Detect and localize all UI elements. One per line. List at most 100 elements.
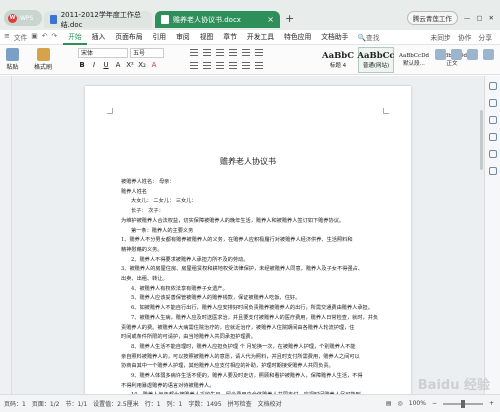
show-marks-icon[interactable] <box>255 49 263 56</box>
menu-home[interactable]: 开始 <box>63 30 87 45</box>
sidebar-style-icon[interactable] <box>488 99 497 107</box>
style-default-para[interactable]: AaBbCcDd 默认段... <box>396 47 432 73</box>
format-painter-button[interactable]: 格式刷 <box>34 48 52 71</box>
minimize-icon[interactable]: — <box>464 14 471 22</box>
line-spacing-icon[interactable] <box>242 62 250 69</box>
status-bar: 页码：1 页面：1/2 节：1/1 设置值：2.5厘米 行：1 列：1 字数：1… <box>0 394 500 412</box>
close-icon[interactable]: × <box>267 15 274 24</box>
paste-button[interactable]: 粘贴 <box>6 48 19 71</box>
document-workspace: 赡养老人协议书 被赡养人姓名： 母亲： 赡养人姓名 大女儿： 二女儿： 三女儿： 长子… <box>12 76 484 394</box>
sort-icon[interactable] <box>242 49 250 56</box>
view-mode-icon[interactable]: ▤ <box>386 400 392 407</box>
tab-document-agreement[interactable]: 赡养老人协议书.docx × <box>155 11 280 28</box>
sidebar-nav-icon[interactable] <box>488 133 497 141</box>
quick-access-toolbar: ≡ 文件 ▣ ↶ ↷ <box>4 32 57 42</box>
menu-view[interactable]: 视图 <box>195 30 219 45</box>
document-body[interactable]: 被赡养人姓名： 母亲： 赡养人姓名 大女儿： 二女儿： 三女儿： 长子： 次子： 为维护… <box>121 178 379 394</box>
bold-button[interactable]: B <box>78 61 86 69</box>
align-center-icon[interactable] <box>203 62 211 69</box>
document-title: 赡养老人协议书 <box>220 157 276 166</box>
bullet-list-icon[interactable] <box>190 49 198 56</box>
text-tool-icon[interactable] <box>451 49 462 60</box>
font-family-select[interactable]: 宋体 <box>78 48 128 58</box>
font-size-select[interactable]: 五号 <box>130 48 164 58</box>
sidebar-shape-icon[interactable] <box>488 116 497 124</box>
home-tab[interactable]: W WPS <box>4 10 42 26</box>
menu-references[interactable]: 引用 <box>148 30 172 45</box>
status-page-number: 页码：1 <box>4 401 26 408</box>
format-painter-label: 格式刷 <box>34 64 53 71</box>
sidebar-select-icon[interactable] <box>488 82 497 90</box>
user-account-button[interactable]: 腾云青莲工作 <box>406 11 458 25</box>
sidebar-backup-icon[interactable] <box>488 150 497 158</box>
style-heading4[interactable]: AaBbC 标题 4 <box>320 47 356 73</box>
menu-review[interactable]: 审阅 <box>171 30 195 45</box>
menu-developer[interactable]: 开发工具 <box>242 30 279 45</box>
zoom-slider[interactable] <box>442 399 483 408</box>
status-right: ▤ ◎ 100% − + <box>386 399 500 408</box>
document-line: 不得利用暴虐赡养的语言对待被赡养人。 <box>121 382 215 389</box>
document-line: 第一条：赡养人的主要义务 <box>131 227 194 234</box>
style-normal-web[interactable]: AaBbCc 普通(网站) <box>357 47 395 73</box>
vertical-scrollbar[interactable] <box>480 110 483 170</box>
numbered-list-icon[interactable] <box>203 49 211 56</box>
share-button[interactable]: 分享 <box>478 32 492 42</box>
increase-indent-icon[interactable] <box>229 49 237 56</box>
status-row: 行：1 <box>144 401 161 408</box>
menu-hamburger-icon[interactable]: ≡ <box>4 32 10 42</box>
status-doc-check[interactable]: 文档校对 <box>258 399 282 408</box>
web-view-icon[interactable]: ◎ <box>398 400 403 407</box>
title-bar: W WPS 2011-2012学年度工作总结.doc 赡养老人协议书.docx … <box>0 0 500 30</box>
paste-icon <box>6 48 19 61</box>
select-icon[interactable] <box>483 49 494 60</box>
font-color-button[interactable]: A <box>150 61 158 69</box>
document-line: 被赡养人姓名： 母亲： <box>121 179 175 185</box>
align-left-icon[interactable] <box>190 62 198 69</box>
save-icon[interactable]: ▣ <box>31 32 37 42</box>
justify-icon[interactable] <box>229 62 237 69</box>
shading-icon[interactable] <box>255 62 263 69</box>
ribbon-toolbar: 粘贴 格式刷 宋体 五号 B I U A X² X₂ A AaBbC 标题 4 … <box>0 45 500 75</box>
zoom-slider-knob[interactable] <box>460 399 465 408</box>
file-menu[interactable]: 文件 <box>14 32 28 42</box>
subscript-button[interactable]: X₂ <box>138 61 146 69</box>
decrease-indent-icon[interactable] <box>216 49 224 56</box>
tab-document-summary[interactable]: 2011-2012学年度工作总结.doc <box>44 10 152 29</box>
status-position: 设置值：2.5厘米 <box>93 401 139 408</box>
style-name: 标题 4 <box>329 63 347 69</box>
menu-doc-assistant[interactable]: 文档助手 <box>316 30 353 45</box>
collaborate-button[interactable]: 协作 <box>458 32 472 42</box>
zoom-in-icon[interactable]: + <box>489 400 494 407</box>
italic-button[interactable]: I <box>90 61 98 69</box>
close-window-icon[interactable]: ✕ <box>489 14 494 22</box>
document-page[interactable]: 赡养老人协议书 被赡养人姓名： 母亲： 赡养人姓名 大女儿： 二女儿： 三女儿： 长子… <box>85 86 411 394</box>
menu-bar: ≡ 文件 ▣ ↶ ↷ 开始 插入 页面布局 引用 审阅 视图 章节 开发工具 特… <box>0 30 500 45</box>
menu-page-layout[interactable]: 页面布局 <box>110 30 147 45</box>
zoom-level[interactable]: 100% <box>409 400 426 407</box>
zoom-out-icon[interactable]: − <box>432 400 437 407</box>
document-line: 2、赡养人不得要求被赡养人承担力所不及的劳动。 <box>131 256 249 263</box>
menu-chapter[interactable]: 章节 <box>218 30 242 45</box>
redo-icon[interactable]: ↷ <box>51 32 57 42</box>
underline-button[interactable]: U <box>102 61 110 69</box>
home-tab-label: WPS <box>20 14 34 22</box>
align-right-icon[interactable] <box>216 62 224 69</box>
tab-label: 2011-2012学年度工作总结.doc <box>60 10 141 29</box>
strikethrough-button[interactable]: A <box>114 61 122 69</box>
menu-search[interactable]: 🔍查找 <box>357 32 379 42</box>
menu-insert[interactable]: 插入 <box>87 30 111 45</box>
new-style-icon[interactable] <box>435 49 446 60</box>
status-word-count[interactable]: 字数：1495 <box>188 399 221 408</box>
format-buttons: B I U A X² X₂ A <box>78 61 158 69</box>
menu-features[interactable]: 特色应用 <box>279 30 316 45</box>
new-tab-icon[interactable]: + <box>285 12 294 25</box>
maximize-icon[interactable]: ▢ <box>476 14 482 22</box>
sync-status[interactable]: 未同步 <box>430 32 450 42</box>
status-spell-check[interactable]: 拼写检查 <box>228 399 252 408</box>
undo-icon[interactable]: ↶ <box>42 32 48 42</box>
superscript-button[interactable]: X² <box>126 61 134 69</box>
ribbon-right-tools <box>435 49 494 60</box>
sidebar-help-icon[interactable] <box>488 167 497 175</box>
find-replace-icon[interactable] <box>467 49 478 60</box>
format-painter-icon <box>36 48 50 61</box>
